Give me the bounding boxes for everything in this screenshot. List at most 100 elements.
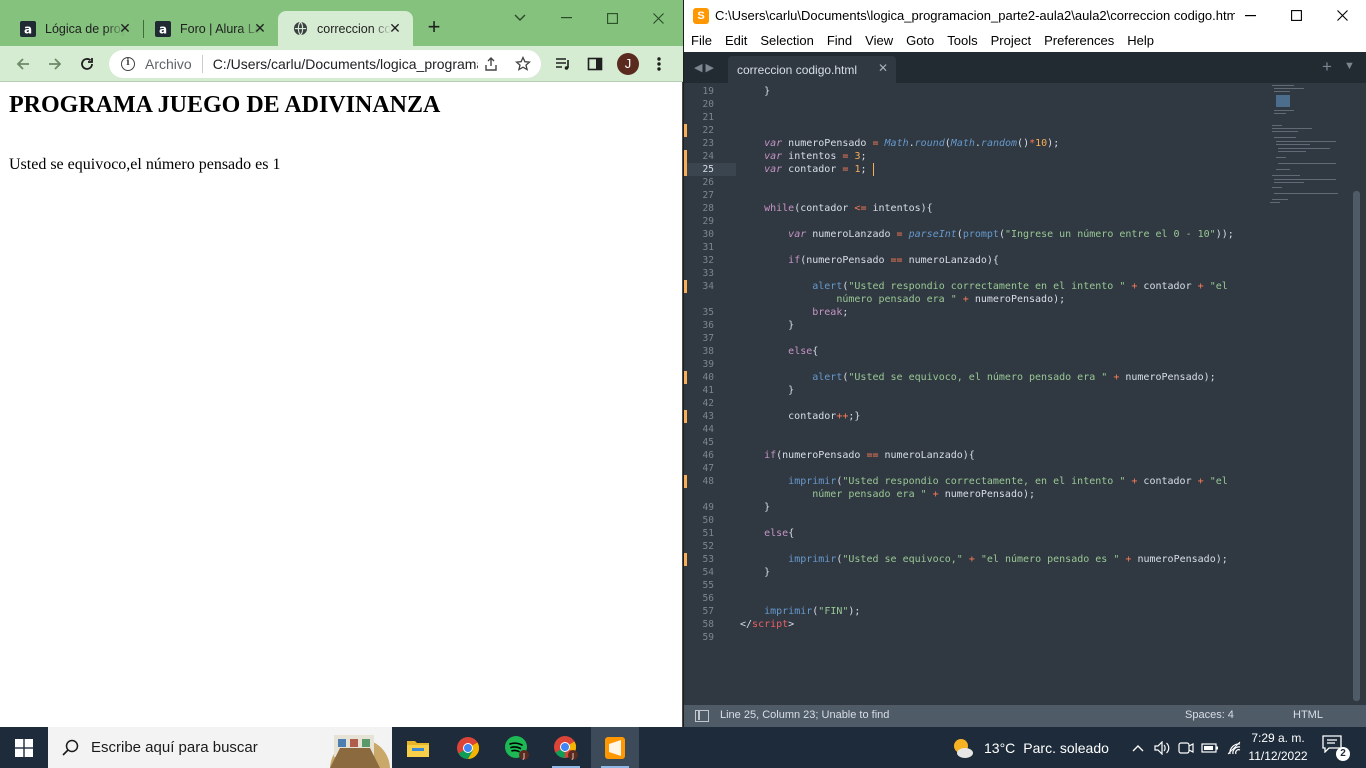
menu-help[interactable]: Help [1120, 31, 1160, 52]
code-line[interactable]: número pensado era " + numeroPensado); [740, 293, 1065, 306]
code-line[interactable]: númer pensado era " + numeroPensado); [740, 488, 1035, 501]
profile-avatar[interactable]: J [617, 53, 639, 75]
volume-icon[interactable] [1150, 727, 1174, 768]
line-number: 51 [702, 528, 714, 539]
code-line[interactable]: while(contador <= intentos){ [740, 202, 933, 215]
code-line[interactable]: var contador = 1; [740, 163, 874, 176]
menu-tools[interactable]: Tools [940, 31, 983, 52]
menu-goto[interactable]: Goto [899, 31, 940, 52]
chrome-toolbar: i Archivo C:/Users/carlu/Documents/logic… [0, 46, 683, 82]
tray-chevron-up-icon[interactable] [1126, 727, 1150, 768]
weather-widget[interactable]: 13°C Parc. soleado [952, 727, 1109, 768]
code-line[interactable]: contador++;} [740, 410, 860, 423]
code-line[interactable]: } [740, 384, 794, 397]
tab-foro-alura[interactable]: a Foro | Alura Latam ✕ [135, 11, 278, 46]
code-line[interactable]: alert("Usted respondio correctamente en … [740, 280, 1228, 293]
file-explorer-icon [407, 740, 429, 757]
code-line[interactable]: imprimir("Usted respondio correctamente,… [740, 475, 1228, 488]
line-number: 43 [702, 411, 714, 422]
menu-find[interactable]: Find [820, 31, 858, 52]
maximize-button[interactable] [589, 4, 635, 32]
new-tab-button[interactable]: + [422, 16, 446, 40]
address-bar[interactable]: i Archivo C:/Users/carlu/Documents/logic… [109, 50, 541, 78]
maximize-button[interactable] [1273, 0, 1319, 31]
code-line[interactable]: alert("Usted se equivoco, el número pens… [740, 371, 1215, 384]
menu-preferences[interactable]: Preferences [1037, 31, 1120, 52]
file-explorer-button[interactable] [394, 727, 442, 768]
taskbar-search-box[interactable]: Escribe aquí para buscar [48, 727, 392, 768]
tab-dropdown-icon[interactable]: ▼ [1344, 60, 1355, 72]
minimap[interactable] [1268, 83, 1344, 213]
syntax-mode[interactable]: HTML [1293, 709, 1323, 721]
menu-edit[interactable]: Edit [718, 31, 753, 52]
line-number: 39 [702, 359, 714, 370]
menu-view[interactable]: View [858, 31, 899, 52]
menu-selection[interactable]: Selection [753, 31, 819, 52]
tab-logica-programacion[interactable]: a Lógica de programación ✕ [0, 11, 143, 46]
code-line[interactable]: } [740, 319, 794, 332]
code-line[interactable]: imprimir("FIN"); [740, 605, 860, 618]
tab-close-icon[interactable]: ✕ [252, 20, 268, 36]
code-line[interactable]: </script> [740, 618, 794, 631]
sublime-taskbar-button[interactable] [591, 727, 639, 768]
reload-button[interactable] [73, 50, 101, 78]
url-text[interactable]: C:/Users/carlu/Documents/logica_programa… [213, 56, 478, 72]
editor-tab-bar: ◀▶ correccion codigo.html ✕ + ▼ [684, 52, 1366, 83]
tab-search-chevron-icon[interactable] [497, 4, 543, 32]
chrome-menu-icon[interactable] [645, 50, 673, 78]
spotify-taskbar-button[interactable]: J [493, 727, 541, 768]
code-line[interactable]: var numeroLanzado = parseInt(prompt("Ing… [740, 228, 1234, 241]
notification-count-badge: 2 [1336, 747, 1350, 761]
close-button[interactable] [1319, 0, 1365, 31]
search-icon [62, 739, 79, 756]
code-line[interactable]: else{ [740, 527, 794, 540]
code-line[interactable]: else{ [740, 345, 818, 358]
site-info-icon[interactable]: i [121, 57, 135, 71]
code-line[interactable]: } [740, 566, 770, 579]
code-line[interactable]: if(numeroPensado == numeroLanzado){ [740, 254, 999, 267]
line-number: 33 [702, 268, 714, 279]
media-controls-icon[interactable] [549, 50, 577, 78]
code-line[interactable]: var intentos = 3; [740, 150, 866, 163]
menu-project[interactable]: Project [984, 31, 1037, 52]
minimize-button[interactable] [1227, 0, 1273, 31]
panel-toggle-icon[interactable] [695, 710, 709, 722]
chrome-profile-taskbar-button[interactable]: J [542, 727, 590, 768]
windows-start-button[interactable] [0, 727, 48, 768]
tab-close-icon[interactable]: ✕ [387, 20, 403, 36]
line-number: 47 [702, 463, 714, 474]
indentation-setting[interactable]: Spaces: 4 [1185, 709, 1234, 721]
notification-center-button[interactable]: 2 [1322, 735, 1352, 761]
share-icon[interactable] [483, 56, 499, 72]
system-tray [1126, 727, 1246, 768]
bookmark-star-icon[interactable] [514, 55, 532, 72]
window-title: C:\Users\carlu\Documents\logica_programa… [715, 8, 1235, 23]
tab-close-icon[interactable]: ✕ [878, 61, 888, 75]
code-line[interactable]: var numeroPensado = Math.round(Math.rand… [740, 137, 1059, 150]
code-line[interactable]: break; [740, 306, 848, 319]
code-line[interactable]: imprimir("Usted se equivoco," + "el núme… [740, 553, 1228, 566]
tab-nav-arrows-icon[interactable]: ◀▶ [694, 61, 717, 74]
editor-tab[interactable]: correccion codigo.html ✕ [728, 56, 896, 83]
code-line[interactable]: } [740, 501, 770, 514]
meet-now-icon[interactable] [1174, 727, 1198, 768]
back-button[interactable] [9, 50, 37, 78]
forward-button[interactable] [41, 50, 69, 78]
line-number: 35 [702, 307, 714, 318]
battery-icon[interactable] [1198, 727, 1222, 768]
tab-correccion-codigo[interactable]: correccion codigo.html ✕ [278, 11, 413, 46]
code-line[interactable]: } [740, 85, 770, 98]
search-placeholder: Escribe aquí para buscar [91, 739, 258, 756]
chrome-taskbar-button[interactable] [444, 727, 492, 768]
system-clock[interactable]: 7:29 a. m. 11/12/2022 [1240, 729, 1316, 767]
code-line[interactable]: if(numeroPensado == numeroLanzado){ [740, 449, 975, 462]
vertical-scrollbar[interactable] [1353, 191, 1360, 701]
code-editor[interactable]: 19 20 21 22 23 24 25 26 27 28 29 30 31 32 33 34 35 36 37 38… [684, 83, 1366, 705]
new-tab-plus-icon[interactable]: + [1322, 57, 1332, 77]
menu-file[interactable]: File [684, 31, 718, 52]
tab-close-icon[interactable]: ✕ [117, 20, 133, 36]
side-panel-icon[interactable] [581, 50, 609, 78]
code-area[interactable]: } var numeroPensado = Math.round(Math.ra… [740, 83, 1260, 705]
close-button[interactable] [635, 4, 681, 32]
minimize-button[interactable] [543, 4, 589, 32]
